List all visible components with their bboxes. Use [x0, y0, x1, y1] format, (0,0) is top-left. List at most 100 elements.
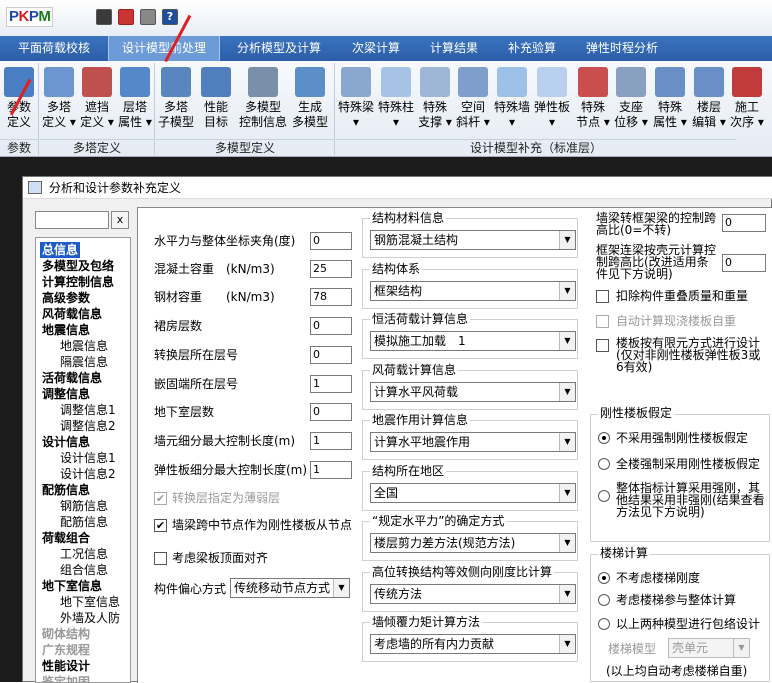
group-select[interactable]: 钢筋混凝土结构 ▼ [370, 230, 576, 250]
tree-item[interactable]: 地震信息 [60, 338, 108, 354]
ribbon-button-8[interactable]: 特殊梁 ▾ [336, 65, 376, 137]
tab-secondary-beam[interactable]: 次梁计算 [340, 36, 412, 61]
tree-item[interactable]: 工况信息 [60, 546, 108, 562]
ribbon-button-sublabel: 定义 ▾ [80, 115, 114, 129]
ribbon-button-5[interactable]: 性能 目标 [196, 65, 236, 137]
group-select[interactable]: 楼层剪力差方法(规范方法) ▼ [370, 533, 576, 553]
ribbon-button-6[interactable]: 多模型 控制信息 [238, 65, 288, 137]
ribbon-button-1[interactable]: 多塔 定义 ▾ [40, 65, 78, 137]
tree-item[interactable]: 调整信息 [42, 386, 90, 402]
ribbon-button-4[interactable]: 多塔 子模型 [156, 65, 196, 137]
ribbon-button-12[interactable]: 特殊墙 ▾ [492, 65, 532, 137]
radio[interactable] [598, 618, 610, 630]
ribbon-button-label: 多塔 [46, 100, 71, 114]
frame-beam-span-input[interactable]: 0 [722, 254, 766, 272]
tree-item[interactable]: 砌体结构 [42, 626, 90, 642]
field-input[interactable]: 0 [310, 403, 352, 421]
tree-item[interactable]: 配筋信息 [42, 482, 90, 498]
tree-item[interactable]: 设计信息 [42, 434, 90, 450]
tree-item[interactable]: 组合信息 [60, 562, 108, 578]
pdf-icon[interactable] [118, 9, 134, 25]
search-clear-button[interactable]: x [111, 211, 129, 229]
tree-item[interactable]: 设计信息2 [60, 466, 116, 482]
field-input[interactable]: 1 [310, 461, 352, 479]
group-select[interactable]: 全国 ▼ [370, 482, 576, 503]
radio-label: 考虑楼梯参与整体计算 [616, 593, 737, 607]
stair-title: 楼梯计算 [598, 546, 651, 560]
print-icon[interactable] [140, 9, 156, 25]
ribbon-button-2[interactable]: 遮挡 定义 ▾ [78, 65, 116, 137]
ribbon-button-14[interactable]: 特殊 节点 ▾ [574, 65, 612, 137]
tree-item[interactable]: 地下室信息 [60, 594, 120, 610]
group-select[interactable]: 框架结构 ▼ [370, 280, 576, 301]
tab-time-history[interactable]: 弹性时程分析 [576, 36, 668, 61]
tree-item[interactable]: 地震信息 [42, 322, 90, 338]
tree-item[interactable]: 配筋信息 [60, 514, 108, 530]
ribbon-button-7-icon [295, 67, 325, 97]
group-select[interactable]: 计算水平地震作用 ▼ [370, 432, 576, 452]
group-select[interactable]: 考虑墙的所有内力贡献 ▼ [370, 634, 576, 654]
tab-supplementary-check[interactable]: 补充验算 [496, 36, 568, 61]
field-input[interactable]: 1 [310, 375, 352, 393]
tree-item[interactable]: 荷载组合 [42, 530, 90, 546]
group-select[interactable]: 传统方法 ▼ [370, 583, 576, 604]
tree-search-input[interactable] [35, 211, 109, 229]
chevron-down-icon: ▼ [559, 281, 575, 300]
tree-item[interactable]: 设计信息1 [60, 450, 116, 466]
checkbox[interactable]: ✔ [154, 519, 167, 532]
ribbon-button-13[interactable]: 弹性板 ▾ [532, 65, 572, 137]
tab-results[interactable]: 计算结果 [418, 36, 490, 61]
field-input[interactable]: 0 [310, 346, 352, 364]
tree-item[interactable]: 性能设计 [42, 658, 90, 674]
tab-design-preprocess[interactable]: 设计模型前处理 [108, 36, 220, 61]
tree-item[interactable]: 高级参数 [42, 290, 90, 306]
tree-item[interactable]: 广东规程 [42, 642, 90, 658]
radio[interactable] [598, 594, 610, 606]
field-input[interactable]: 0 [310, 317, 352, 335]
field-input[interactable]: 25 [310, 260, 352, 278]
field-input[interactable]: 78 [310, 288, 352, 306]
ribbon-button-15[interactable]: 支座 位移 ▾ [612, 65, 650, 137]
checkbox-label: 墙梁跨中节点作为刚性楼板从节点 [172, 518, 353, 532]
tree-item[interactable]: 外墙及人防 [60, 610, 120, 626]
ribbon-button-11[interactable]: 空间 斜杆 ▾ [454, 65, 492, 137]
ribbon-button-17[interactable]: 楼层 编辑 ▾ [690, 65, 728, 137]
tree-item[interactable]: 地下室信息 [42, 578, 102, 594]
tree-item[interactable]: 计算控制信息 [42, 274, 114, 290]
checkbox[interactable] [596, 290, 609, 303]
ribbon-button-16[interactable]: 特殊 属性 ▾ [650, 65, 690, 137]
radio[interactable] [598, 572, 610, 584]
group-select[interactable]: 计算水平风荷载 ▼ [370, 381, 576, 402]
checkbox[interactable] [154, 552, 167, 565]
ribbon-button-10[interactable]: 特殊 支撑 ▾ [416, 65, 454, 137]
chevron-down-icon: ▼ [733, 639, 749, 657]
tree-item[interactable]: 调整信息1 [60, 402, 116, 418]
tree-item[interactable]: 隔震信息 [60, 354, 108, 370]
tree-item[interactable]: 调整信息2 [60, 418, 116, 434]
field-label: 混凝土容重 (kN/m3) [154, 262, 275, 276]
save-icon[interactable] [96, 9, 112, 25]
tab-analysis[interactable]: 分析模型及计算 [226, 36, 332, 61]
help-icon[interactable]: ? [162, 9, 178, 25]
ribbon-button-3[interactable]: 层塔 属性 ▾ [116, 65, 154, 137]
tree-item[interactable]: 钢筋信息 [60, 498, 108, 514]
tree-item[interactable]: 总信息 [40, 242, 81, 258]
ribbon-button-18[interactable]: 施工 次序 ▾ [728, 65, 766, 137]
group-select[interactable]: 模拟施工加载 1 ▼ [370, 331, 576, 351]
checkbox[interactable] [596, 339, 609, 352]
ribbon-group-label: 设计模型补充（标准层） [336, 139, 736, 155]
ribbon-button-9[interactable]: 特殊柱 ▾ [376, 65, 416, 137]
eccentric-select[interactable]: 传统移动节点方式 ▼ [230, 578, 350, 598]
ribbon-button-7[interactable]: 生成 多模型 [288, 65, 332, 137]
ribbon-button-label: 多塔 [163, 100, 188, 114]
field-input[interactable]: 1 [310, 432, 352, 450]
tab-plane-load[interactable]: 平面荷载校核 [6, 36, 102, 61]
radio[interactable] [598, 458, 610, 470]
tree-item[interactable]: 风荷载信息 [42, 306, 102, 322]
tree-item[interactable]: 多模型及包络 [42, 258, 114, 274]
radio[interactable] [598, 432, 610, 444]
coupling-beam-span-input[interactable]: 0 [722, 214, 766, 232]
radio[interactable] [598, 490, 610, 502]
tree-item[interactable]: 活荷载信息 [42, 370, 102, 386]
field-input[interactable]: 0 [310, 232, 352, 250]
